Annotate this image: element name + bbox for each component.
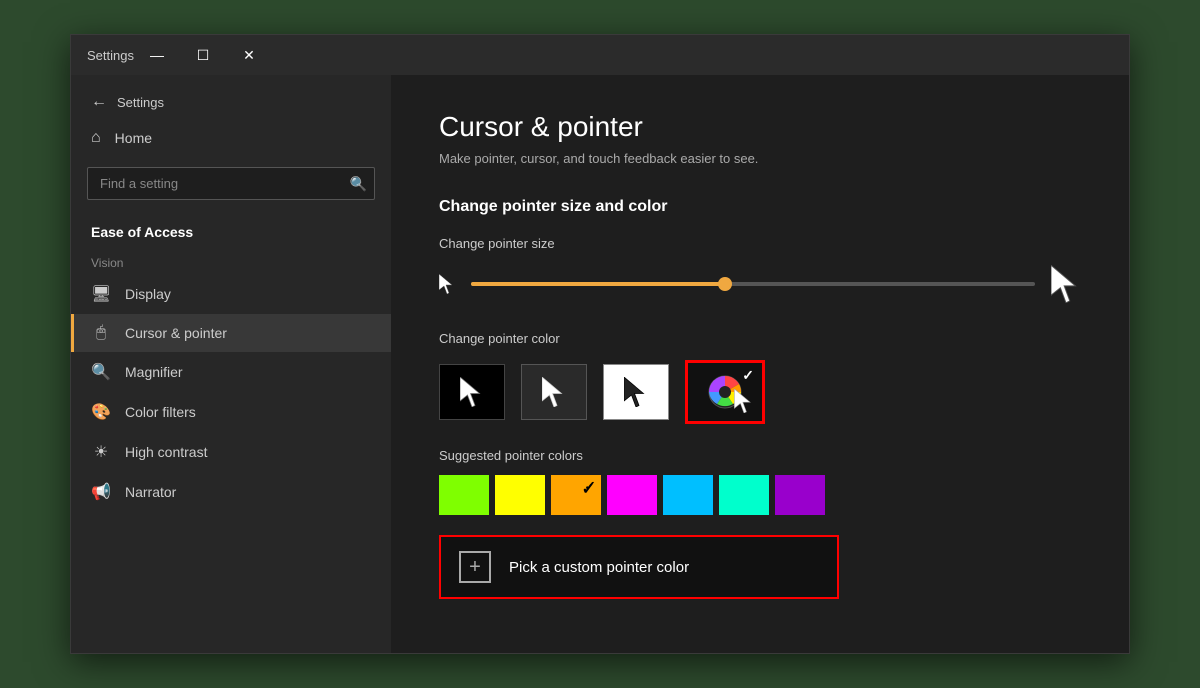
titlebar-controls: — ☐ ✕: [134, 35, 272, 75]
color-option-white[interactable]: [521, 364, 587, 420]
sidebar-item-display[interactable]: 🖥 Display: [71, 274, 391, 314]
back-icon: ←: [91, 93, 107, 111]
suggested-color-green[interactable]: [439, 475, 489, 515]
back-button[interactable]: ← Settings: [71, 85, 391, 119]
maximize-button[interactable]: ☐: [180, 35, 226, 75]
settings-window: Settings — ☐ ✕ ← Settings ⌂ Home 🔍 Ease …: [70, 34, 1130, 654]
inverted-cursor-icon: [624, 377, 648, 407]
suggested-color-purple[interactable]: [775, 475, 825, 515]
sidebar-item-highcontrast[interactable]: ☀ High contrast: [71, 432, 391, 472]
suggested-color-orange[interactable]: ✓: [551, 475, 601, 515]
pointer-size-row: [439, 265, 1081, 303]
search-input[interactable]: [87, 167, 375, 200]
cursor-large-icon: [1051, 265, 1081, 303]
search-icon-button[interactable]: 🔍: [350, 175, 367, 192]
page-title: Cursor & pointer: [439, 111, 1081, 143]
sidebar-display-label: Display: [125, 286, 171, 302]
suggested-label: Suggested pointer colors: [439, 448, 1081, 463]
content-area: ← Settings ⌂ Home 🔍 Ease of Access Visio…: [71, 75, 1129, 653]
home-label: Home: [115, 130, 152, 146]
section-heading: Change pointer size and color: [439, 198, 1081, 216]
sidebar-highcontrast-label: High contrast: [125, 444, 207, 460]
sidebar-colorfilters-label: Color filters: [125, 404, 196, 420]
cursor-icon: 🖱: [91, 324, 111, 342]
sidebar-item-narrator[interactable]: 📢 Narrator: [71, 472, 391, 512]
color-option-inverted[interactable]: [603, 364, 669, 420]
custom-color-label: Pick a custom pointer color: [509, 559, 689, 576]
minimize-button[interactable]: —: [134, 35, 180, 75]
white-cursor-icon: [542, 377, 566, 407]
color-options-row: ✓: [439, 360, 1081, 424]
display-icon: 🖥: [91, 284, 111, 304]
sidebar-group-vision: Vision: [71, 246, 391, 274]
size-slider-fill: [471, 282, 725, 286]
sidebar-cursor-label: Cursor & pointer: [125, 325, 227, 341]
color-option-black[interactable]: [439, 364, 505, 420]
search-container: 🔍: [87, 167, 375, 200]
orange-checkmark: ✓: [584, 478, 596, 495]
size-slider-track: [471, 282, 1035, 286]
suggested-color-lightblue[interactable]: [663, 475, 713, 515]
sidebar-item-cursor[interactable]: 🖱 Cursor & pointer: [71, 314, 391, 352]
size-slider-thumb[interactable]: [718, 277, 732, 291]
cursor-small-icon: [439, 274, 455, 294]
sidebar: ← Settings ⌂ Home 🔍 Ease of Access Visio…: [71, 75, 391, 653]
custom-color-button[interactable]: + Pick a custom pointer color: [439, 535, 839, 599]
titlebar-title: Settings: [87, 48, 134, 63]
page-subtitle: Make pointer, cursor, and touch feedback…: [439, 151, 1081, 166]
home-icon: ⌂: [91, 129, 101, 147]
main-content: Cursor & pointer Make pointer, cursor, a…: [391, 75, 1129, 653]
plus-icon: +: [459, 551, 491, 583]
color-option-custom-selected[interactable]: ✓: [685, 360, 765, 424]
sidebar-narrator-label: Narrator: [125, 484, 176, 500]
cursor-on-colorwheel-icon: [734, 389, 754, 413]
narrator-icon: 📢: [91, 482, 111, 502]
settings-back-label: Settings: [117, 95, 164, 110]
magnifier-icon: 🔍: [91, 362, 111, 382]
colorfilters-icon: 🎨: [91, 402, 111, 422]
size-label: Change pointer size: [439, 236, 1081, 251]
sidebar-section-heading: Ease of Access: [71, 210, 391, 246]
titlebar: Settings — ☐ ✕: [71, 35, 1129, 75]
suggested-color-pink[interactable]: [607, 475, 657, 515]
black-cursor-icon: [460, 377, 484, 407]
highcontrast-icon: ☀: [91, 442, 111, 462]
suggested-color-cyan[interactable]: [719, 475, 769, 515]
sidebar-item-magnifier[interactable]: 🔍 Magnifier: [71, 352, 391, 392]
close-button[interactable]: ✕: [226, 35, 272, 75]
selected-checkmark: ✓: [742, 367, 754, 384]
color-label: Change pointer color: [439, 331, 1081, 346]
home-nav-item[interactable]: ⌂ Home: [71, 119, 391, 157]
suggested-color-yellow[interactable]: [495, 475, 545, 515]
sidebar-item-colorfilters[interactable]: 🎨 Color filters: [71, 392, 391, 432]
suggested-colors-row: ✓: [439, 475, 1081, 515]
sidebar-magnifier-label: Magnifier: [125, 364, 183, 380]
